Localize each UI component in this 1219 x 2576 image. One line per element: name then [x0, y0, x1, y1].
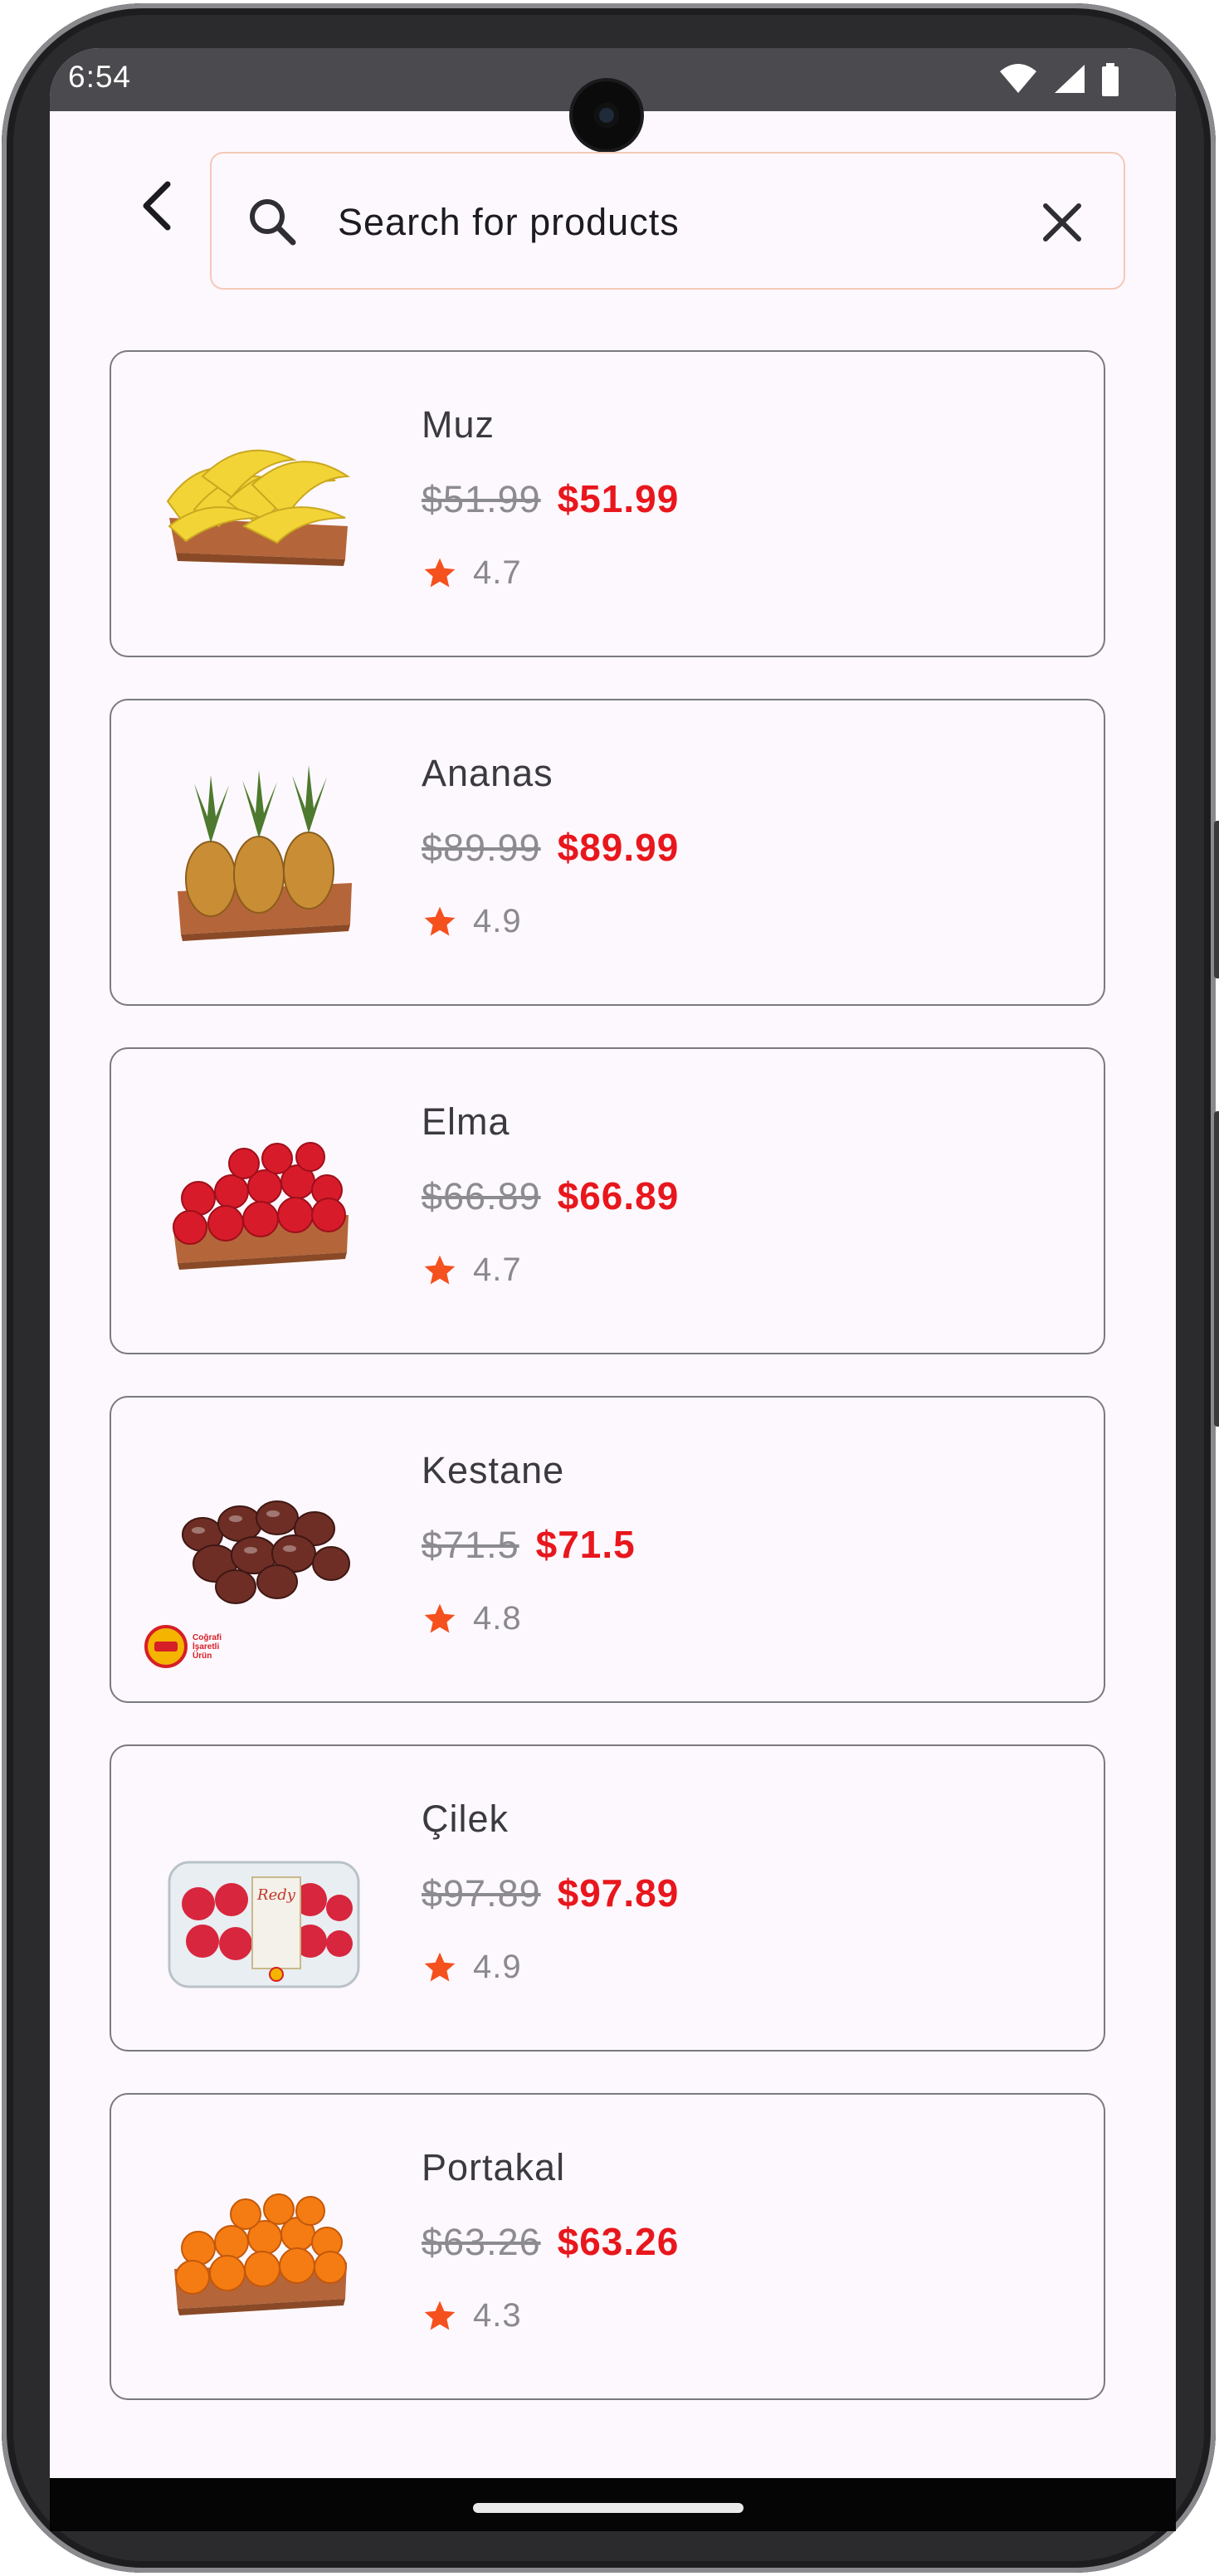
product-card[interactable]: Coğrafi İşaretli Ürün Kestane $71.5 $71.5… — [110, 1396, 1105, 1703]
brand-label: Redy — [256, 1886, 296, 1904]
original-price: $89.99 — [422, 827, 541, 869]
star-icon — [424, 906, 456, 935]
volume-button — [1214, 821, 1219, 978]
original-price: $51.99 — [422, 478, 541, 520]
sale-price: $71.5 — [535, 1523, 636, 1566]
product-image-chestnuts — [182, 1500, 350, 1604]
star-icon — [424, 2300, 456, 2330]
star-icon — [424, 1952, 456, 1981]
sale-price: $97.89 — [557, 1871, 680, 1915]
product-card[interactable]: Portakal $63.26 $63.26 4.3 — [110, 2093, 1105, 2400]
back-button[interactable] — [124, 173, 191, 239]
product-card[interactable]: Elma $66.89 $66.89 4.7 — [110, 1047, 1105, 1354]
gesture-navigation-bar — [50, 2478, 1176, 2531]
product-image-apples — [173, 1142, 349, 1270]
rating-value: 4.3 — [473, 2297, 522, 2334]
close-icon[interactable] — [1034, 194, 1090, 251]
product-card[interactable]: Ananas $89.99 $89.99 4.9 — [110, 699, 1105, 1006]
price-row: $63.26 $63.26 — [422, 2219, 679, 2264]
price-row: $66.89 $66.89 — [422, 1173, 679, 1218]
rating: 4.7 — [422, 554, 522, 592]
star-icon — [424, 1603, 456, 1632]
rating: 4.8 — [422, 1600, 522, 1637]
original-price: $97.89 — [422, 1872, 541, 1915]
rating-value: 4.7 — [473, 554, 522, 591]
front-camera — [573, 81, 641, 149]
wifi-icon — [1000, 64, 1037, 93]
cellular-signal-icon — [1054, 65, 1085, 93]
status-icons — [987, 63, 1119, 98]
product-name: Muz — [422, 403, 495, 446]
product-name: Portakal — [422, 2146, 566, 2188]
search-icon — [250, 199, 296, 246]
product-name: Ananas — [422, 752, 553, 794]
home-gesture-handle[interactable] — [473, 2503, 744, 2513]
sale-price: $51.99 — [557, 477, 680, 520]
price-row: $71.5 $71.5 — [422, 1522, 636, 1567]
original-price: $63.26 — [422, 2221, 541, 2263]
rating: 4.3 — [422, 2297, 522, 2334]
app-screen: 6:54 Search for products Muz $51.99 $51.… — [50, 48, 1176, 2478]
star-icon — [424, 558, 456, 587]
sale-price: $66.89 — [557, 1174, 680, 1217]
rating-value: 4.9 — [473, 1949, 522, 1985]
rating-value: 4.7 — [473, 1251, 522, 1288]
product-image-bananas — [166, 449, 351, 566]
rating: 4.9 — [422, 1949, 522, 1986]
price-row: $89.99 $89.99 — [422, 825, 679, 870]
certification-seal-icon — [144, 1625, 188, 1668]
original-price: $71.5 — [422, 1524, 519, 1566]
rating-value: 4.8 — [473, 1600, 522, 1637]
product-name: Elma — [422, 1100, 510, 1143]
product-card[interactable]: Muz $51.99 $51.99 4.7 — [110, 350, 1105, 657]
status-time: 6:54 — [68, 60, 132, 94]
price-row: $51.99 $51.99 — [422, 476, 679, 521]
badge-text: Coğrafi İşaretli Ürün — [193, 1632, 222, 1661]
back-arrow-icon — [143, 181, 171, 231]
product-list: Muz $51.99 $51.99 4.7 Ananas $89.99 $89.… — [110, 350, 1105, 2442]
geographical-indication-badge: Coğrafi İşaretli Ürün — [144, 1625, 229, 1668]
rating: 4.7 — [422, 1251, 522, 1289]
power-button — [1214, 1111, 1219, 1427]
product-image-oranges — [174, 2193, 347, 2315]
product-card[interactable]: Redy Çilek $97.89 $97.89 4.9 — [110, 1744, 1105, 2052]
product-image-pineapples — [178, 765, 352, 941]
rating-value: 4.9 — [473, 903, 522, 939]
search-input[interactable] — [338, 187, 1002, 258]
product-name: Kestane — [422, 1449, 565, 1491]
rating: 4.9 — [422, 903, 522, 940]
search-bar[interactable] — [210, 152, 1125, 290]
original-price: $66.89 — [422, 1175, 541, 1217]
sale-price: $63.26 — [557, 2220, 680, 2263]
price-row: $97.89 $97.89 — [422, 1871, 679, 1915]
product-name: Çilek — [422, 1798, 510, 1840]
phone-frame: 6:54 Search for products Muz $51.99 $51.… — [2, 3, 1219, 2573]
star-icon — [424, 1255, 456, 1284]
sale-price: $89.99 — [557, 826, 680, 869]
product-image-strawberries: Redy — [168, 1861, 360, 1988]
battery-icon — [1102, 63, 1119, 96]
